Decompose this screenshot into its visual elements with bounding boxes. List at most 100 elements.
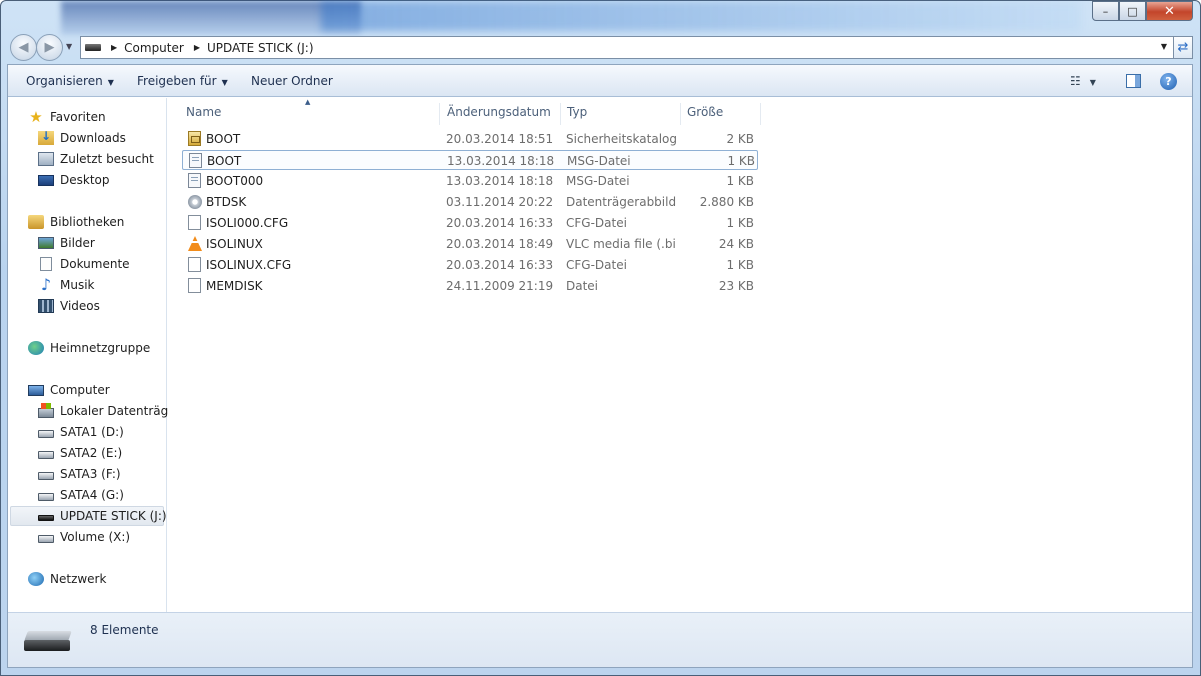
music-note-icon: ♪ [40,275,52,294]
file-type: Datei [566,279,599,293]
forward-button[interactable]: ▶ [36,34,63,61]
recent-pages-dropdown[interactable]: ▼ [66,42,72,51]
file-type: CFG-Datei [566,258,627,272]
nav-update-stick[interactable]: UPDATE STICK (J:) [10,506,167,526]
file-type: MSG-Datei [567,154,631,168]
column-header-date[interactable]: Änderungsdatum [441,103,561,125]
homegroup-icon [28,341,44,355]
nav-documents[interactable]: Dokumente [38,254,130,274]
file-type: Sicherheitskatalog [566,132,676,146]
file-row[interactable]: ISOLI000.CFG 20.03.2014 16:33 CFG-Datei … [182,213,758,233]
preview-pane-button[interactable] [1126,74,1141,88]
nav-recent[interactable]: Zuletzt besucht [38,149,154,169]
nav-local-disk[interactable]: Lokaler Datenträger [38,401,181,421]
hard-drive-icon [38,493,54,501]
column-header-size[interactable]: Größe [681,103,761,125]
nav-computer[interactable]: Computer [28,380,110,400]
nav-sata2[interactable]: SATA2 (E:) [38,443,122,463]
nav-label: Zuletzt besucht [60,152,154,166]
file-row[interactable]: BTDSK 03.11.2014 20:22 Datenträgerabbild… [182,192,758,212]
film-strip-icon [38,299,54,313]
nav-label: Musik [60,278,95,292]
new-folder-button[interactable]: Neuer Ordner [251,74,333,88]
nav-downloads[interactable]: Downloads [38,128,126,148]
refresh-button[interactable]: ⇄ [1173,36,1193,59]
nav-favorites[interactable]: ★ Favoriten [28,107,106,127]
file-date: 20.03.2014 18:49 [446,237,554,251]
file-icon [188,215,201,230]
network-icon [28,572,44,586]
maximize-button[interactable]: □ [1119,1,1146,21]
computer-icon [28,384,44,396]
desktop-icon [38,174,54,186]
file-name: ISOLI000.CFG [206,216,289,230]
nav-sata3[interactable]: SATA3 (F:) [38,464,121,484]
nav-libraries[interactable]: Bibliotheken [28,212,124,232]
nav-sata4[interactable]: SATA4 (G:) [38,485,124,505]
nav-label: Computer [50,383,110,397]
navigation-pane: ★ Favoriten Downloads Zuletzt besucht Des… [8,98,181,612]
nav-label: SATA4 (G:) [60,488,124,502]
file-row[interactable]: ISOLINUX.CFG 20.03.2014 16:33 CFG-Datei … [182,255,758,275]
address-dropdown-icon[interactable]: ▼ [1161,42,1167,51]
file-type: Datenträgerabbild... [566,195,676,209]
breadcrumb-update-stick[interactable]: UPDATE STICK (J:) [207,41,314,55]
file-name: BOOT [206,132,241,146]
file-date: 24.11.2009 21:19 [446,279,554,293]
file-row[interactable]: MEMDISK 24.11.2009 21:19 Datei 23 KB [182,276,758,296]
column-header-name[interactable]: Name [180,103,440,125]
nav-label: SATA3 (F:) [60,467,121,481]
help-button[interactable]: ? [1160,73,1177,90]
dropdown-arrow-icon: ▼ [107,78,114,87]
file-row[interactable]: ISOLINUX 20.03.2014 18:49 VLC media file… [182,234,758,254]
file-row[interactable]: BOOT000 13.03.2014 18:18 MSG-Datei 1 KB [182,171,758,191]
nav-label: UPDATE STICK (J:) [60,509,167,523]
minimize-button[interactable]: – [1092,1,1119,21]
breadcrumb-computer[interactable]: Computer [124,41,184,55]
nav-homegroup[interactable]: Heimnetzgruppe [28,338,150,358]
hard-drive-icon [38,535,54,543]
file-name: ISOLINUX.CFG [206,258,292,272]
msg-file-icon [188,173,201,188]
file-name: ISOLINUX [206,237,263,251]
nav-desktop[interactable]: Desktop [38,170,110,190]
share-button[interactable]: Freigeben für ▼ [137,74,228,88]
nav-label: Favoriten [50,110,106,124]
nav-videos[interactable]: Videos [38,296,100,316]
command-bar: Organisieren ▼ Freigeben für ▼ Neuer Ordne… [8,65,1192,97]
file-type: MSG-Datei [566,174,630,188]
downloads-folder-icon [38,129,54,145]
star-icon: ★ [29,108,43,126]
dropdown-arrow-icon: ▼ [221,78,228,87]
file-row[interactable]: BOOT 20.03.2014 18:51 Sicherheitskatalog… [182,129,758,149]
details-pane: 8 Elemente [8,612,1192,667]
change-view-button[interactable]: ☷ ▼ [1070,74,1096,88]
close-button[interactable]: ✕ [1146,1,1193,21]
breadcrumb-chevron-icon[interactable]: ▶ [194,43,200,52]
system-drive-icon [38,402,54,418]
file-size: 23 KB [718,279,754,293]
nav-sata1[interactable]: SATA1 (D:) [38,422,124,442]
file-size: 1 KB [726,258,754,272]
back-arrow-icon: ◀ [18,40,29,55]
forward-arrow-icon: ▶ [44,40,55,55]
nav-network[interactable]: Netzwerk [28,569,106,589]
address-bar[interactable]: ▶ Computer ▶ UPDATE STICK (J:) ▼ [80,36,1174,59]
file-date: 13.03.2014 18:18 [446,174,554,188]
nav-music[interactable]: ♪ Musik [38,275,95,295]
breadcrumb-chevron-icon[interactable]: ▶ [111,43,117,52]
file-size: 24 KB [718,237,754,251]
file-icon [188,278,201,293]
hard-drive-icon [38,472,54,480]
usb-drive-icon [85,44,101,51]
pictures-icon [38,237,54,249]
recent-places-icon [38,152,54,166]
nav-volume[interactable]: Volume (X:) [38,527,130,547]
organize-button[interactable]: Organisieren ▼ [26,74,114,88]
column-header-type[interactable]: Typ [561,103,681,125]
caption-buttons: – □ ✕ [1092,1,1193,21]
nav-label: Heimnetzgruppe [50,341,151,355]
back-button[interactable]: ◀ [10,34,37,61]
file-row[interactable]: BOOT 13.03.2014 18:18 MSG-Datei 1 KB [182,150,758,170]
nav-pictures[interactable]: Bilder [38,233,95,253]
